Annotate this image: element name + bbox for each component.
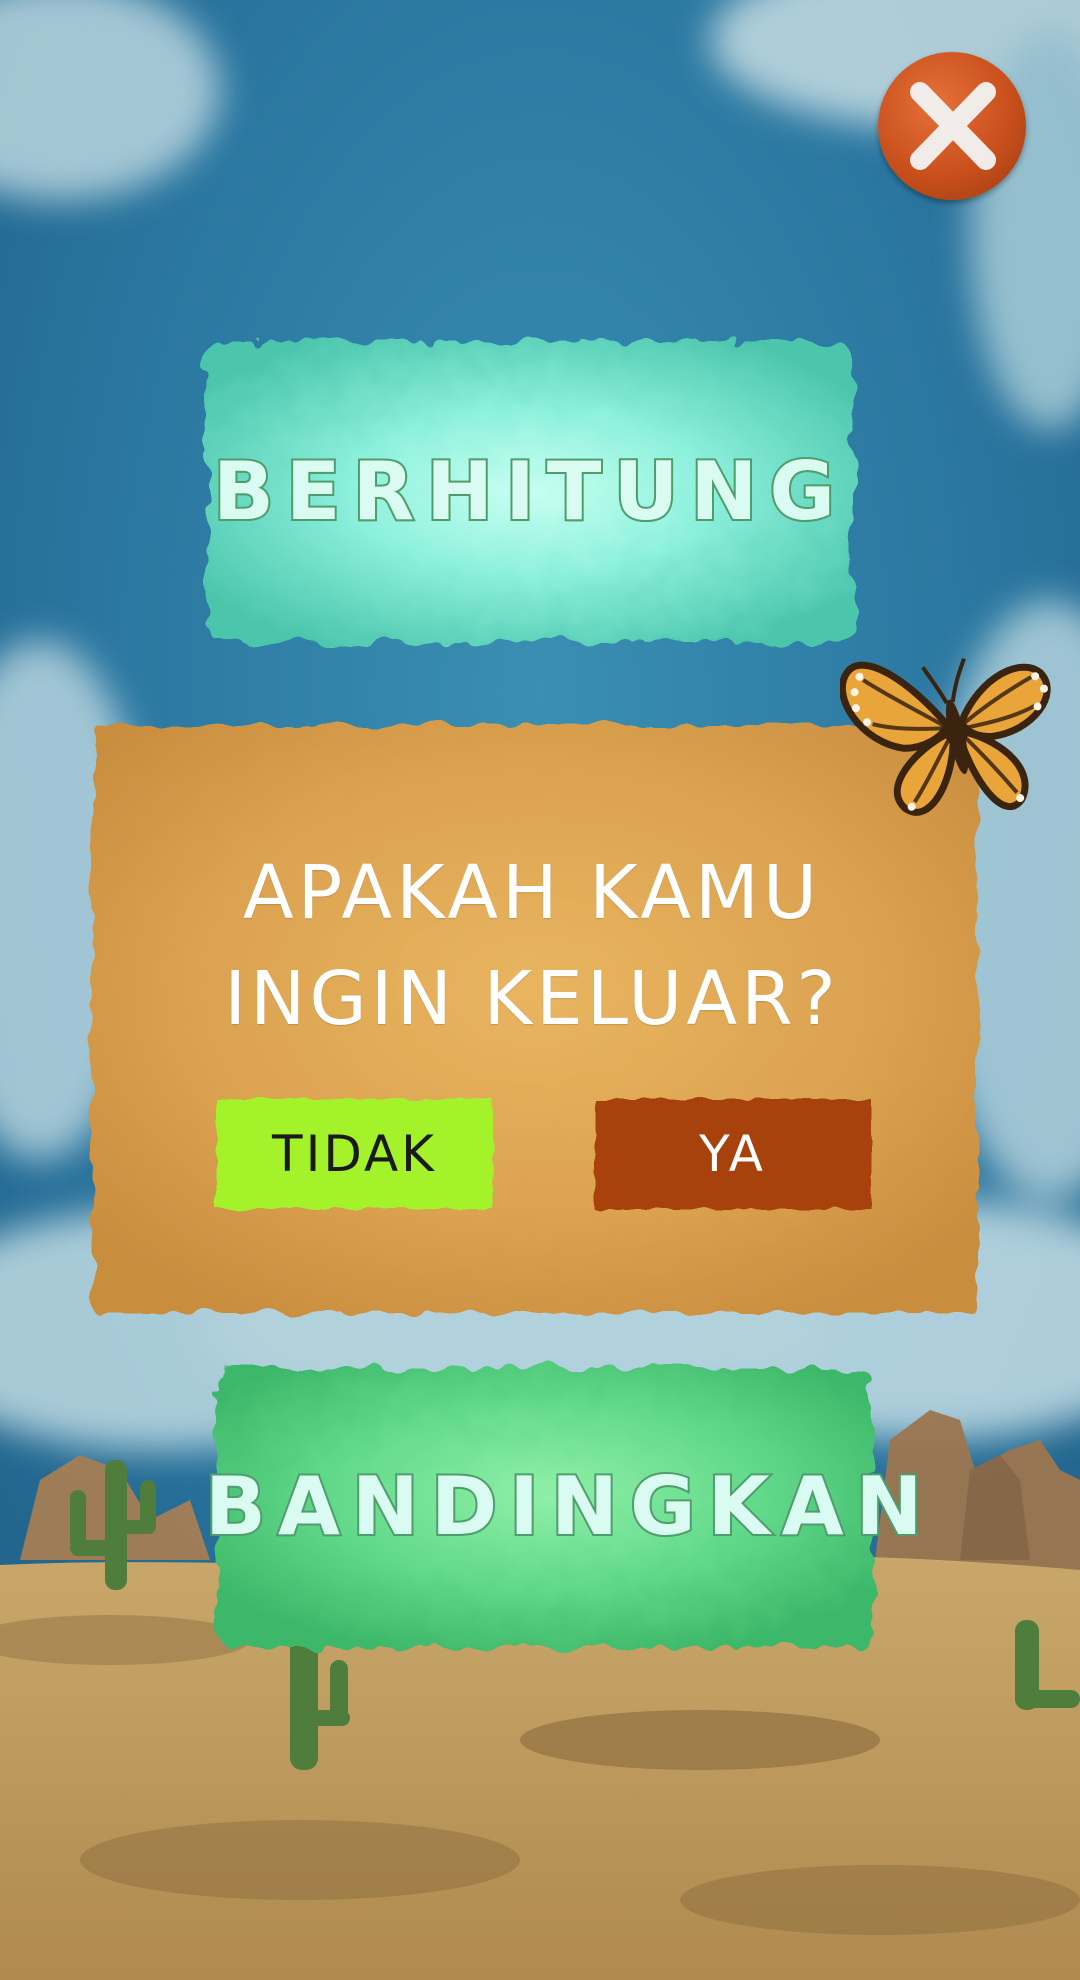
menu-item-bandingkan[interactable]: BANDINGKAN — [203, 1355, 935, 1660]
menu-item-berhitung[interactable]: BERHITUNG — [195, 330, 865, 655]
game-scene: BERHITUNG BANDINGKAN APAKAH KAMU INGIN K… — [0, 0, 1080, 1980]
no-button[interactable]: TIDAK — [212, 1095, 497, 1213]
dialog-question-line: APAKAH KAMU — [242, 850, 821, 936]
dialog-question-line: INGIN KELUAR? — [224, 956, 840, 1042]
dialog-question: APAKAH KAMU INGIN KELUAR? — [202, 840, 862, 1052]
menu-item-label: BERHITUNG — [211, 443, 848, 540]
yes-button[interactable]: YA — [590, 1095, 875, 1213]
yes-button-label: YA — [699, 1125, 766, 1183]
close-button[interactable] — [878, 52, 1026, 200]
butterfly-icon — [840, 657, 1051, 816]
no-button-label: TIDAK — [272, 1125, 437, 1183]
close-x-icon — [910, 82, 996, 170]
menu-item-label: BANDINGKAN — [203, 1458, 935, 1555]
